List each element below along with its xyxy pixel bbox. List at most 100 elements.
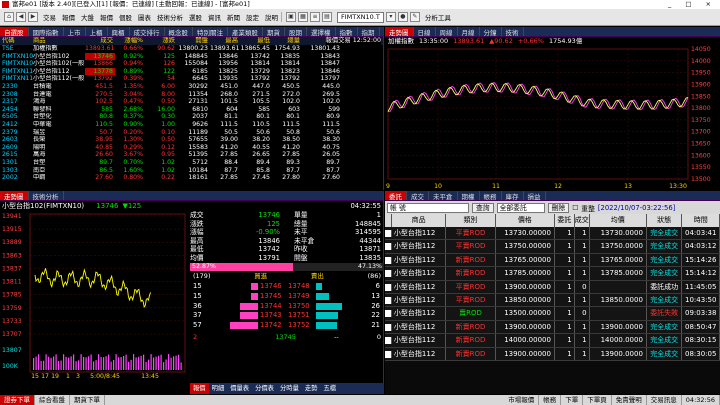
tab-index-futures[interactable]: 指期: [358, 27, 380, 36]
status-stock-order[interactable]: 證券下單: [0, 395, 35, 405]
dropdown-chevron-icon[interactable]: ▾: [385, 12, 396, 22]
tab-listed[interactable]: 上市: [64, 27, 86, 36]
order-row-checkbox[interactable]: [385, 310, 392, 318]
status-accounts[interactable]: 帳務: [539, 395, 562, 405]
lock-icon[interactable]: ●: [397, 12, 408, 22]
quote-row[interactable]: 2317 鴻海 102.5 0.47% 0.50 27131 101.5 105.5 102.0…: [0, 98, 383, 106]
order-filter-select[interactable]: 全部委託: [496, 202, 545, 213]
delete-button[interactable]: 刪除: [547, 202, 570, 213]
tab-futures[interactable]: 期貨: [263, 27, 285, 36]
status-disclaimer[interactable]: 免責聲明: [612, 395, 647, 405]
menu-item-market[interactable]: 大盤: [78, 12, 97, 22]
quote-row[interactable]: 1303 南亞 86.5 1.60% 1.02 10184 87.7 85.8 87.7 87.7: [0, 167, 383, 175]
tab-futures-intraday[interactable]: 走勢圖: [0, 191, 29, 200]
order-row[interactable]: 小型台指112 賣ROD 13500.00000 1 0 委託失敗 09:03:38: [385, 307, 720, 321]
menu-item-quote2[interactable]: 報價: [97, 12, 116, 22]
quote-row[interactable]: TSE 加權指數 13893.61 0.66% 90.62 13800.23 13893.6…: [0, 45, 383, 53]
tab-time-volume[interactable]: 分時量: [277, 383, 302, 394]
status-overview[interactable]: 綜合看盤: [35, 395, 70, 405]
tab-five-levels[interactable]: 五檔: [320, 383, 339, 394]
order-header-cell[interactable]: 時間: [682, 214, 720, 227]
list-icon[interactable]: ≡: [310, 12, 320, 22]
order-header-cell[interactable]: 狀態: [647, 214, 683, 227]
status-order-page[interactable]: 下單頁: [583, 395, 612, 405]
order-row[interactable]: 小型台指112 平賣ROD 13900.00000 1 0 委託成功 11:45:05: [385, 280, 720, 294]
order-row[interactable]: 小型台指112 平賣ROD 13850.00000 1 1 13850.0000 完全成交 1…: [385, 293, 720, 308]
quote-row[interactable]: 2609 陽明 40.85 0.29% 0.12 15583 41.20 40.55 41.20…: [0, 144, 383, 152]
forward-icon[interactable]: ▶: [28, 12, 38, 22]
quote-header-cell[interactable]: 總量: [272, 37, 302, 45]
tab-futures-technical[interactable]: 技術分析: [29, 191, 64, 200]
tile-icon[interactable]: ▤: [322, 12, 332, 22]
quote-header-cell[interactable]: 代碼: [0, 37, 33, 45]
tab-accounts[interactable]: 帳務: [480, 191, 502, 200]
order-row[interactable]: 小型台指112 新賣ROD 13900.00000 1 1 13900.0000 完全成交 0…: [385, 347, 720, 361]
quote-row[interactable]: FIMTXN10 小型台指102 13746 0.92% 125 148845 13846 1…: [0, 52, 383, 61]
quote-row[interactable]: 1301 台塑 89.7 0.70% 1.02 5712 88.4 89.4 89.3 89.7: [0, 159, 383, 167]
quote-header-cell[interactable]: 開盤: [177, 37, 210, 45]
order-row-checkbox[interactable]: [385, 337, 392, 345]
quote-header-cell[interactable]: 最低: [240, 37, 272, 45]
order-row[interactable]: 小型台指112 新賣ROD 13900.00000 1 1 13900.0000 完全成交 0…: [385, 320, 720, 335]
order-header-cell[interactable]: 商品: [392, 214, 447, 227]
tab-watchlist[interactable]: 自選股: [0, 27, 29, 36]
tab-options-pos[interactable]: 期權: [458, 191, 480, 200]
order-row-checkbox[interactable]: [385, 350, 392, 358]
tab-monthly[interactable]: 月線: [458, 27, 480, 36]
tab-trend[interactable]: 走勢: [302, 383, 321, 394]
tab-emerging[interactable]: 興櫃: [108, 27, 130, 36]
quote-row[interactable]: 2412 中華電 110.5 0.90% 1.00 9626 111.5 110.5 111.5…: [0, 121, 383, 129]
tab-pnl[interactable]: 損益: [524, 191, 546, 200]
quote-row[interactable]: 2002 中鋼 27.60 0.80% 0.22 18161 27.85 27.45 27.80…: [0, 174, 383, 182]
tab-industry[interactable]: 產業類股: [228, 27, 263, 36]
menu-item-screener[interactable]: 選股: [186, 12, 205, 22]
quote-header-cell[interactable]: 商品: [33, 37, 85, 45]
order-row-checkbox[interactable]: [385, 283, 392, 291]
order-row[interactable]: 小型台指112 新賣ROD 13765.00000 1 1 13765.0000 完全成交 1…: [385, 253, 720, 268]
order-header-cell[interactable]: 價格: [496, 214, 555, 227]
order-header-cell[interactable]: 類別: [446, 214, 496, 227]
order-row[interactable]: 小型台指112 平賣ROD 13750.00000 1 1 13750.0000 完全成交 0…: [385, 240, 720, 254]
quote-row[interactable]: 2330 台積電 451.5 1.35% 6.00 30292 451.0 447.0 450.…: [0, 83, 383, 91]
tab-technical[interactable]: 技術: [502, 27, 524, 36]
order-row-checkbox[interactable]: [385, 230, 392, 237]
menu-item-news[interactable]: 新聞: [224, 12, 243, 22]
menu-item-help[interactable]: 說明: [262, 12, 282, 22]
quote-header-cell[interactable]: 最高: [210, 37, 240, 45]
query-button[interactable]: 查詢: [472, 202, 494, 213]
quote-row[interactable]: FIMTXN11 小型台指112(一般) 13792 0.39% 54 6645 13935…: [0, 75, 383, 83]
order-row[interactable]: 小型台指112 新賣ROD 13785.00000 1 1 13785.0000 完全成交 1…: [385, 267, 720, 281]
quote-header-cell[interactable]: 成交: [85, 37, 115, 45]
monitor-icon[interactable]: ▣: [286, 12, 296, 22]
quote-header-cell[interactable]: 漲幅%: [115, 37, 145, 45]
grid-icon[interactable]: ▦: [298, 12, 308, 22]
menu-item-quote[interactable]: 報價: [59, 12, 78, 22]
tab-index[interactable]: 指數: [336, 27, 358, 36]
quote-row[interactable]: FIMTXN10 小型台指102(一般) 13866 0.94% 126 155084 13…: [0, 60, 383, 68]
tab-stock-futures[interactable]: 股期: [285, 27, 307, 36]
tab-orders[interactable]: 委託: [385, 191, 407, 200]
order-row-checkbox[interactable]: [385, 256, 392, 264]
quote-row[interactable]: 2379 瑞昱 50.7 0.20% 0.10 11189 50.5 50.6 50.8 50.6: [0, 129, 383, 137]
quote-row[interactable]: 2308 台達電 270.5 3.04% 8.00 11354 268.0 271.5 272.…: [0, 91, 383, 99]
quote-row[interactable]: 6505 台塑化 80.8 0.37% 0.30 2037 81.1 80.1 80.1 80.9: [0, 113, 383, 121]
menu-item-settings[interactable]: 設定: [243, 12, 262, 22]
menu-item-technical[interactable]: 技術分析: [154, 12, 186, 22]
order-row-checkbox[interactable]: [385, 270, 392, 278]
menu-item-info[interactable]: 資訊: [205, 12, 224, 22]
status-market[interactable]: 市場報價: [504, 395, 540, 405]
symbol-code-input[interactable]: FIMTXN10.T: [337, 11, 384, 23]
tab-concept[interactable]: 概念股: [165, 27, 193, 36]
tab-intl-index[interactable]: 國際指數: [29, 27, 64, 36]
order-row-checkbox[interactable]: [385, 296, 392, 304]
window-controls[interactable]: _ □ ×: [668, 0, 717, 9]
status-futures-order[interactable]: 期貨下單: [70, 395, 105, 405]
order-row[interactable]: 小型台指112 平賣ROD 13730.00000 1 1 13730.0000 完全成交 0…: [385, 227, 720, 241]
tab-price-volume[interactable]: 價量表: [227, 383, 252, 394]
quote-row[interactable]: FIMTXN11 小型台指112 13778 0.89% 122 6185 13825 137…: [0, 67, 383, 76]
quote-row[interactable]: 2615 萬海 26.60 3.67% 0.95 51395 27.85 26.65 27.85…: [0, 151, 383, 159]
account-select[interactable]: 帳 號: [387, 202, 469, 213]
order-header-cell[interactable]: 委託: [555, 214, 575, 227]
quote-row[interactable]: 2454 聯發科 585 2.68% 16.00 6810 604 585 603 599: [0, 106, 383, 114]
tab-intraday[interactable]: 走勢圖: [385, 27, 414, 36]
